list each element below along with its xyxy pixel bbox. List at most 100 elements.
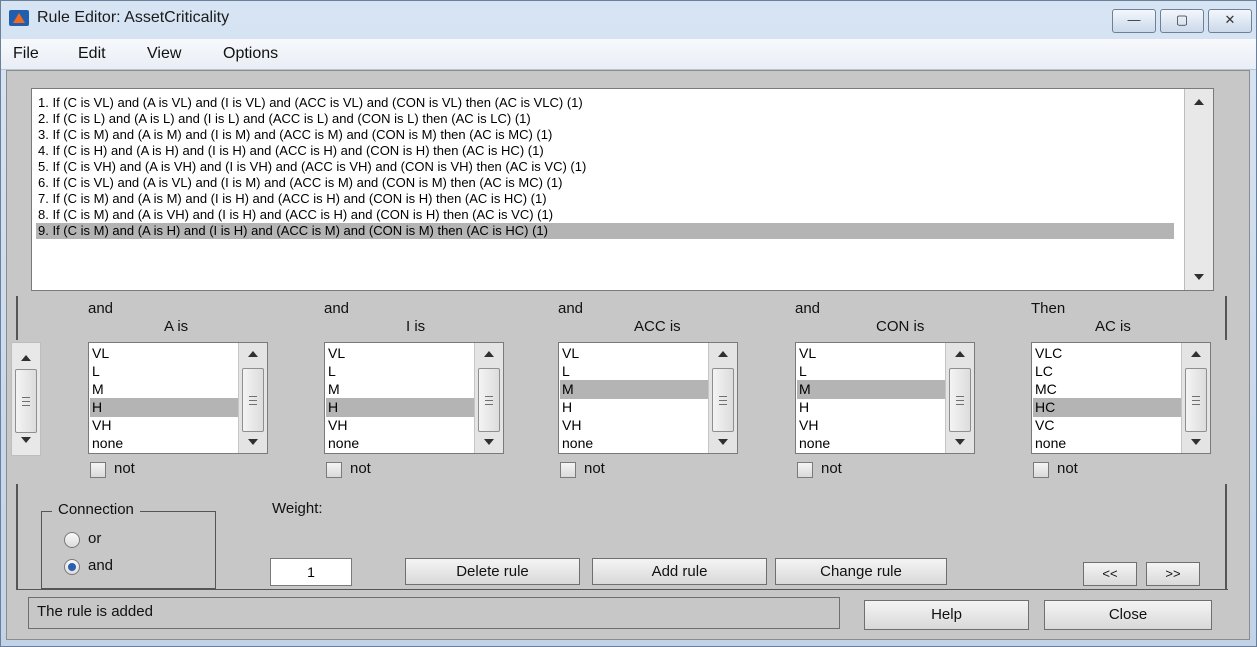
scroll-up-arrow-icon[interactable] (484, 351, 494, 357)
menu-edit[interactable]: Edit (78, 45, 106, 63)
rule-item-7[interactable]: 7. If (C is M) and (A is M) and (I is H)… (36, 191, 1174, 207)
listbox-scrollbar[interactable] (474, 343, 503, 453)
membership-listbox[interactable]: VL L M H VH none (558, 342, 738, 454)
membership-option[interactable]: VL (560, 344, 712, 363)
membership-option[interactable]: VC (1033, 416, 1185, 435)
membership-listbox[interactable]: VL L M H VH none (324, 342, 504, 454)
membership-listbox[interactable]: VL L M H VH none (88, 342, 268, 454)
membership-option[interactable]: VH (90, 416, 242, 435)
listbox-scrollbar[interactable] (708, 343, 737, 453)
membership-option[interactable]: H (560, 398, 712, 417)
membership-option[interactable]: VL (797, 344, 949, 363)
not-checkbox[interactable] (797, 462, 813, 478)
membership-option[interactable]: VL (90, 344, 242, 363)
scroll-down-arrow-icon[interactable] (955, 439, 965, 445)
scroll-up-arrow-icon[interactable] (718, 351, 728, 357)
variables-scroll-down-icon[interactable] (21, 437, 31, 443)
variables-scroll-up-icon[interactable] (21, 355, 31, 361)
menu-file[interactable]: File (13, 45, 39, 63)
membership-option[interactable]: L (797, 362, 949, 381)
menu-options[interactable]: Options (223, 45, 278, 63)
maximize-button[interactable]: ▢ (1160, 9, 1204, 33)
not-checkbox[interactable] (1033, 462, 1049, 478)
membership-option[interactable]: none (560, 434, 712, 453)
membership-option[interactable]: LC (1033, 362, 1185, 381)
radio-and[interactable] (64, 559, 80, 575)
not-checkbox[interactable] (560, 462, 576, 478)
connector-label: Then (1031, 300, 1066, 317)
variable-label: AC is (1095, 318, 1131, 335)
membership-option[interactable]: VLC (1033, 344, 1185, 363)
rule-item-6[interactable]: 6. If (C is VL) and (A is VL) and (I is … (36, 175, 1174, 191)
close-window-button[interactable]: ✕ (1208, 9, 1252, 33)
scroll-down-arrow-icon[interactable] (718, 439, 728, 445)
membership-option[interactable]: none (797, 434, 949, 453)
listbox-scrollbar[interactable] (238, 343, 267, 453)
membership-option[interactable]: L (90, 362, 242, 381)
membership-option[interactable]: none (90, 434, 242, 453)
grip-line-icon (956, 404, 964, 405)
menu-bar: File Edit View Options (1, 39, 1256, 70)
membership-option[interactable]: M (90, 380, 242, 399)
help-button[interactable]: Help (864, 600, 1029, 630)
membership-option[interactable]: L (326, 362, 478, 381)
listbox-scrollbar[interactable] (945, 343, 974, 453)
membership-option[interactable]: M (326, 380, 478, 399)
membership-option[interactable]: VH (326, 416, 478, 435)
not-checkbox[interactable] (326, 462, 342, 478)
previous-rule-button[interactable]: << (1083, 562, 1137, 586)
rules-listbox[interactable]: 1. If (C is VL) and (A is VL) and (I is … (31, 88, 1214, 291)
delete-rule-button[interactable]: Delete rule (405, 558, 580, 585)
radio-or-label: or (88, 530, 102, 547)
close-button[interactable]: Close (1044, 600, 1212, 630)
membership-option[interactable]: H (326, 398, 478, 417)
membership-option[interactable]: VH (797, 416, 949, 435)
title-bar: Rule Editor: AssetCriticality — ▢ ✕ (1, 1, 1256, 37)
add-rule-button[interactable]: Add rule (592, 558, 767, 585)
membership-option[interactable]: M (560, 380, 712, 399)
weight-input[interactable]: 1 (270, 558, 352, 586)
listbox-scrollbar[interactable] (1181, 343, 1210, 453)
change-rule-button[interactable]: Change rule (775, 558, 947, 585)
rule-item-9[interactable]: 9. If (C is M) and (A is H) and (I is H)… (36, 223, 1174, 239)
membership-option[interactable]: L (560, 362, 712, 381)
scroll-thumb[interactable] (478, 368, 500, 432)
rule-item-4[interactable]: 4. If (C is H) and (A is H) and (I is H)… (36, 143, 1174, 159)
next-rule-button[interactable]: >> (1146, 562, 1200, 586)
membership-listbox[interactable]: VL L M H VH none (795, 342, 975, 454)
rule-item-5[interactable]: 5. If (C is VH) and (A is VH) and (I is … (36, 159, 1174, 175)
scroll-thumb[interactable] (1185, 368, 1207, 432)
menu-view[interactable]: View (147, 45, 181, 63)
rule-item-8[interactable]: 8. If (C is M) and (A is VH) and (I is H… (36, 207, 1174, 223)
membership-option[interactable]: H (797, 398, 949, 417)
minimize-button[interactable]: — (1112, 9, 1156, 33)
rule-item-2[interactable]: 2. If (C is L) and (A is L) and (I is L)… (36, 111, 1174, 127)
membership-listbox[interactable]: VLC LC MC HC VC none (1031, 342, 1211, 454)
scroll-down-arrow-icon[interactable] (248, 439, 258, 445)
membership-option[interactable]: none (1033, 434, 1185, 453)
scroll-up-arrow-icon[interactable] (1191, 351, 1201, 357)
membership-option[interactable]: MC (1033, 380, 1185, 399)
scroll-down-arrow-icon[interactable] (1191, 439, 1201, 445)
scroll-down-arrow-icon[interactable] (484, 439, 494, 445)
scroll-thumb[interactable] (949, 368, 971, 432)
scroll-thumb[interactable] (242, 368, 264, 432)
membership-option[interactable]: none (326, 434, 478, 453)
rule-item-1[interactable]: 1. If (C is VL) and (A is VL) and (I is … (36, 95, 1174, 111)
membership-option[interactable]: VH (560, 416, 712, 435)
variables-scrollbar[interactable] (11, 342, 41, 456)
variables-scroll-thumb[interactable] (15, 369, 37, 433)
rule-item-3[interactable]: 3. If (C is M) and (A is M) and (I is M)… (36, 127, 1174, 143)
scroll-down-arrow-icon[interactable] (1194, 274, 1204, 280)
scroll-up-arrow-icon[interactable] (1194, 99, 1204, 105)
membership-option[interactable]: VL (326, 344, 478, 363)
membership-option[interactable]: HC (1033, 398, 1185, 417)
rules-scrollbar[interactable] (1184, 89, 1213, 290)
membership-option[interactable]: M (797, 380, 949, 399)
membership-option[interactable]: H (90, 398, 242, 417)
not-checkbox[interactable] (90, 462, 106, 478)
scroll-thumb[interactable] (712, 368, 734, 432)
radio-or[interactable] (64, 532, 80, 548)
scroll-up-arrow-icon[interactable] (955, 351, 965, 357)
scroll-up-arrow-icon[interactable] (248, 351, 258, 357)
